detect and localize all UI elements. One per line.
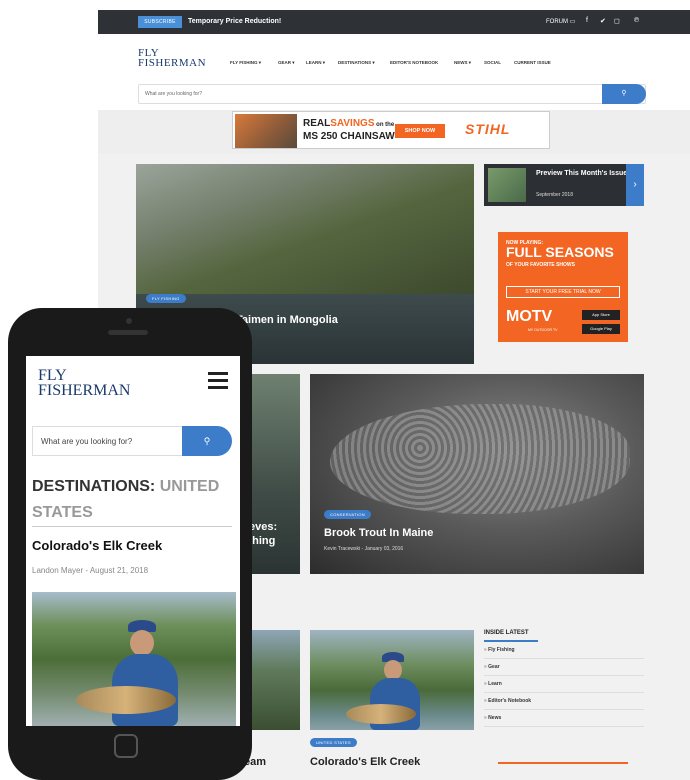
elk-creek-title[interactable]: Colorado's Elk Creek <box>310 756 420 768</box>
mobile-article-image[interactable] <box>32 592 236 726</box>
ad-band: REALSAVINGS on the MS 250 CHAINSAW SHOP … <box>98 110 690 154</box>
motv-trial-button[interactable]: START YOUR FREE TRIAL NOW <box>506 286 620 298</box>
instagram-icon[interactable]: ◻ <box>614 17 620 25</box>
article-card-left-image[interactable] <box>244 630 300 730</box>
article-card-brook-trout[interactable]: CONSERVATION Brook Trout In Maine Kevin … <box>310 374 644 574</box>
mobile-article-title[interactable]: Colorado's Elk Creek <box>32 538 162 553</box>
hero-category-tag[interactable]: FLY FISHING <box>146 294 186 303</box>
nav-item-destinations[interactable]: DESTINATIONS ▾ <box>338 60 375 66</box>
pinterest-icon[interactable]: ℗ <box>634 17 639 24</box>
phone-camera <box>126 318 132 324</box>
preview-date: September 2018 <box>536 192 573 198</box>
trout-byline: Kevin Tracewski - January 03, 2016 <box>324 546 404 552</box>
nav-item-current-issue[interactable]: CURRENT ISSUE <box>514 60 551 65</box>
magazine-cover-thumb <box>488 168 526 202</box>
mobile-site: FLY FISHERMAN What are you looking for? … <box>26 356 240 726</box>
trout-category-tag[interactable]: CONSERVATION <box>324 510 371 519</box>
chevron-right-icon[interactable]: › <box>626 164 644 206</box>
heading-dark-part: DESTINATIONS: <box>32 478 160 495</box>
ad-copy: REALSAVINGS on the MS 250 CHAINSAW <box>303 118 395 142</box>
nav-item-fly-fishing[interactable]: FLY FISHING ▾ <box>230 60 261 66</box>
united-states-tag[interactable]: UNITED STATES <box>310 738 357 747</box>
nav-item-news[interactable]: NEWS ▾ <box>454 60 471 66</box>
search-placeholder: What are you looking for? <box>145 91 202 97</box>
nav-item-editors-notebook[interactable]: EDITOR'S NOTEBOOK <box>390 60 438 65</box>
mobile-logo-line1: FLY <box>38 367 67 384</box>
mobile-article-byline: Landon Mayer - August 21, 2018 <box>32 566 149 575</box>
trout-catch <box>346 704 416 724</box>
nav-item-gear[interactable]: GEAR ▾ <box>278 60 295 66</box>
elk-creek-image[interactable] <box>310 630 474 730</box>
search-button[interactable]: ⚲ <box>602 84 646 104</box>
ad-line1-suffix: on the <box>374 122 395 128</box>
motv-logo-sub: MY OUTDOOR TV <box>528 328 558 332</box>
forum-label: FORUM <box>546 19 568 25</box>
mobile-search-input[interactable]: What are you looking for? <box>32 426 184 456</box>
stihl-ad[interactable]: REALSAVINGS on the MS 250 CHAINSAW SHOP … <box>232 111 550 149</box>
motv-ad[interactable]: NOW PLAYING: FULL SEASONS OF YOUR FAVORI… <box>498 232 628 342</box>
nav-item-learn[interactable]: LEARN ▾ <box>306 60 325 66</box>
trout-title[interactable]: Brook Trout In Maine <box>324 527 433 539</box>
site-logo[interactable]: FLY FISHERMAN <box>138 48 207 69</box>
hero-title[interactable]: Taimen in Mongolia <box>236 314 338 326</box>
heading-divider <box>32 526 232 527</box>
ad-line1-prefix: REAL <box>303 118 331 129</box>
phone-home-button[interactable] <box>114 734 138 758</box>
app-store-badge[interactable]: App Store <box>582 310 620 320</box>
motv-sub: OF YOUR FAVORITE SHOWS <box>506 262 575 268</box>
mobile-page-heading: DESTINATIONS: UNITED STATES <box>32 474 232 526</box>
heading-gray-part1: UNITED <box>159 478 220 495</box>
mobile-search-button[interactable]: ⚲ <box>182 426 232 456</box>
ad-chainsaw-photo <box>235 114 297 148</box>
forum-link[interactable]: FORUM ▭ <box>546 18 575 25</box>
chat-icon: ▭ <box>569 19 576 25</box>
preview-issue-widget[interactable]: Preview This Month's Issue September 201… <box>484 164 644 206</box>
inside-latest-item[interactable]: News <box>484 710 644 727</box>
mobile-logo-line2: FISHERMAN <box>38 382 131 399</box>
top-bar: SUBSCRIBE Temporary Price Reduction! FOR… <box>98 10 690 34</box>
inside-latest-item[interactable]: Gear <box>484 659 644 676</box>
ad-line2: MS 250 CHAINSAW <box>303 131 395 142</box>
angler-head <box>384 660 402 680</box>
sidebar-accent-line <box>498 762 628 764</box>
inside-latest-heading: INSIDE LATEST <box>484 630 538 642</box>
subscribe-button[interactable]: SUBSCRIBE <box>138 16 182 28</box>
article-card-left[interactable]: ieves: ching <box>244 374 300 574</box>
inside-latest-item[interactable]: Editor's Notebook <box>484 693 644 710</box>
motv-logo: MOTV <box>506 308 553 325</box>
inside-latest-item[interactable]: Learn <box>484 676 644 693</box>
heading-gray-part2: STATES <box>32 504 93 521</box>
search-input[interactable]: What are you looking for? <box>138 84 646 104</box>
shop-now-button[interactable]: SHOP NOW <box>395 124 445 138</box>
angler-head <box>130 630 154 656</box>
promo-link[interactable]: Temporary Price Reduction! <box>188 18 281 25</box>
stihl-logo: STIHL <box>465 121 511 137</box>
inside-latest-widget: INSIDE LATEST Fly Fishing Gear Learn Edi… <box>484 630 644 727</box>
search-icon: ⚲ <box>621 90 627 97</box>
nav-item-social[interactable]: SOCIAL <box>484 60 501 65</box>
mobile-site-logo[interactable]: FLY FISHERMAN <box>38 367 131 399</box>
phone-mockup: FLY FISHERMAN What are you looking for? … <box>8 308 252 780</box>
search-icon: ⚲ <box>203 436 211 446</box>
header-nav: FLY FISHERMAN FLY FISHING ▾ GEAR ▾ LEARN… <box>98 34 690 110</box>
hamburger-menu-icon[interactable] <box>208 372 228 393</box>
ad-line1-highlight: SAVINGS <box>330 118 375 129</box>
motv-headline: FULL SEASONS <box>506 244 614 260</box>
trout-image <box>330 404 630 514</box>
phone-speaker <box>108 330 148 335</box>
google-play-badge[interactable]: Google Play <box>582 324 620 334</box>
preview-title: Preview This Month's Issue <box>536 170 628 177</box>
logo-line2: FISHERMAN <box>138 57 207 69</box>
facebook-icon[interactable]: f <box>586 17 588 24</box>
hero-cliff-image <box>136 164 474 294</box>
trout-catch <box>76 686 176 714</box>
twitter-icon[interactable]: ✔ <box>600 17 606 25</box>
inside-latest-item[interactable]: Fly Fishing <box>484 642 644 659</box>
mobile-search-placeholder: What are you looking for? <box>41 437 133 446</box>
composite-screenshot: SUBSCRIBE Temporary Price Reduction! FOR… <box>0 0 690 780</box>
